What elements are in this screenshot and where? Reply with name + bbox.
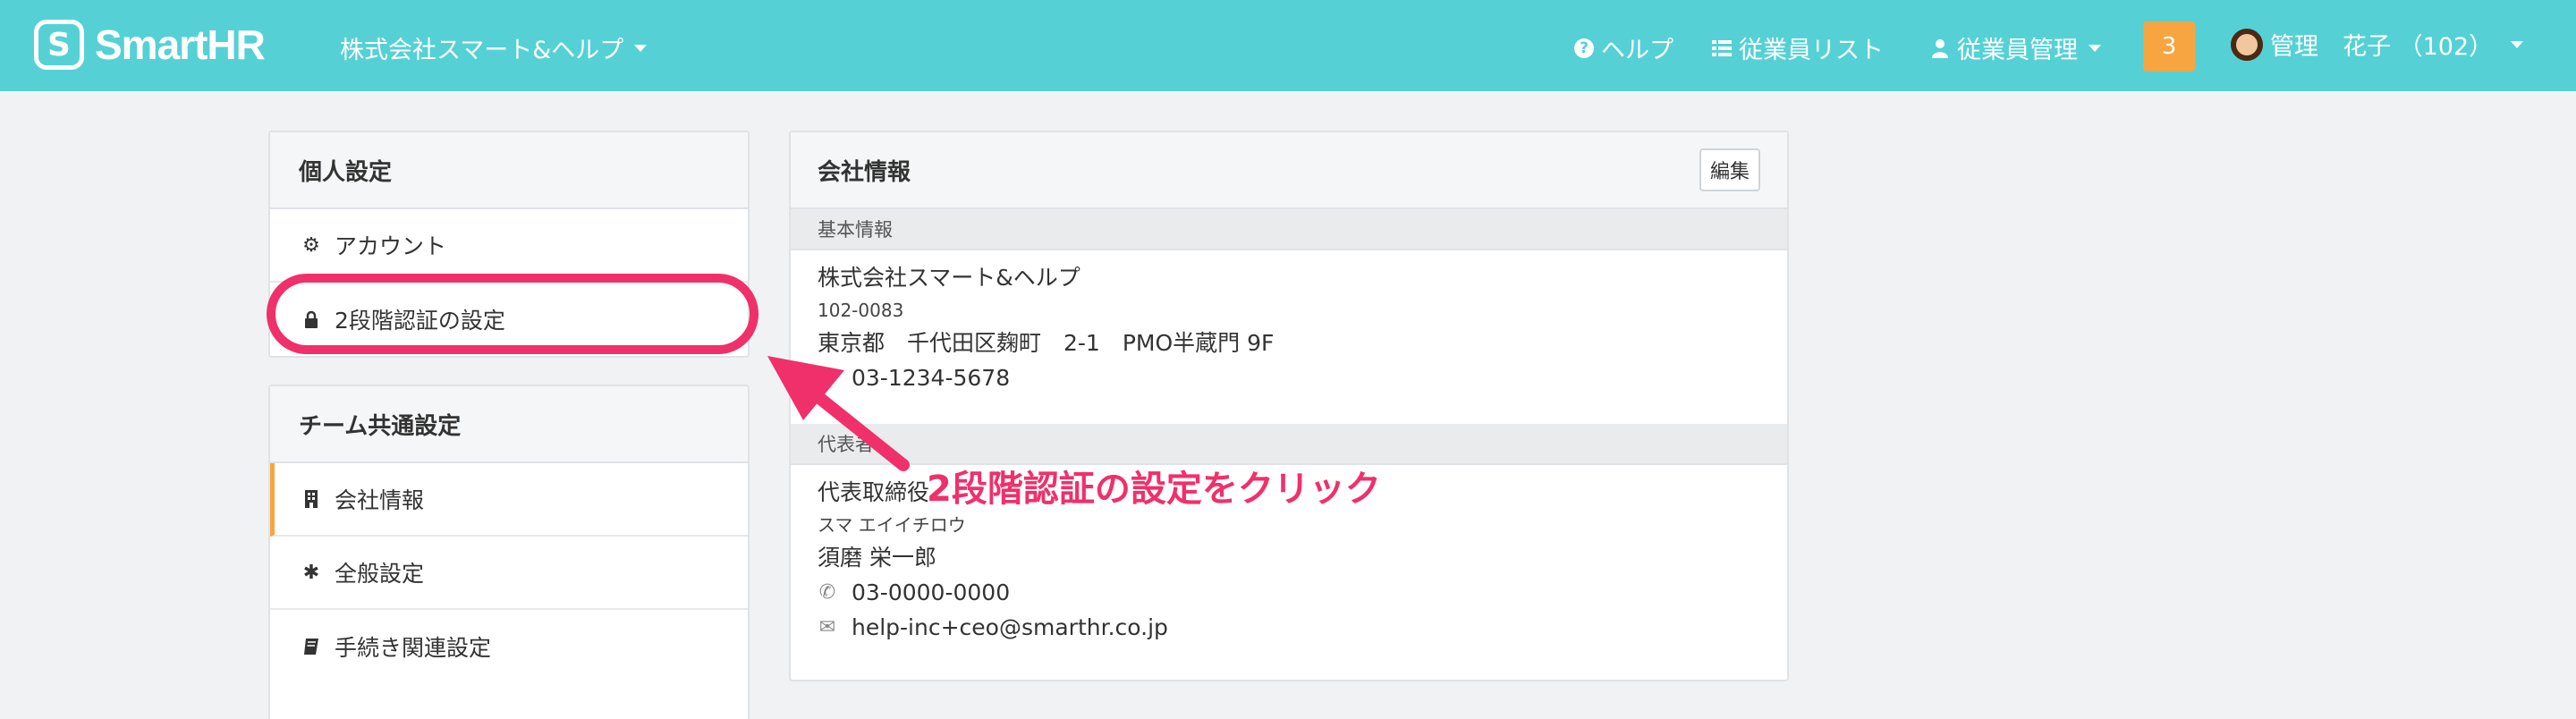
basic-info-section-header: 基本情報 [791,209,1787,250]
sidebar-item-company-info[interactable]: 会社情報 [270,463,748,537]
list-icon [1712,39,1732,56]
personal-settings-title: 個人設定 [270,132,748,209]
asterisk-icon: ✱ [302,561,320,584]
sidebar-item-two-factor[interactable]: 2段階認証の設定 [270,283,748,356]
company-info-panel: 会社情報 編集 基本情報 株式会社スマート&ヘルプ 102-0083 東京都 千… [789,131,1789,681]
rep-email: help-inc+ceo@smarthr.co.jp [852,614,1168,640]
company-phone: 03-1234-5678 [852,365,1011,391]
sidebar-item-label: 手続き関連設定 [335,635,492,661]
employee-admin-label: 従業員管理 [1957,37,2078,64]
rep-name: 須磨 栄一郎 [818,545,936,571]
employee-admin-menu[interactable]: 従業員管理 [1930,30,2101,65]
sidebar-item-label: アカウント [335,233,447,259]
top-navbar: S SmartHR 株式会社スマート&ヘルプ ? ヘルプ 従業員リスト 従業員管… [0,0,2576,91]
lock-icon [305,310,318,328]
building-icon [305,490,318,508]
chevron-down-icon [2089,44,2101,52]
rep-phone-row: ✆ 03-0000-0000 [818,581,1760,604]
phone-icon: ✆ [818,366,836,389]
phone-icon: ✆ [818,580,836,604]
brand-name: SmartHR [95,21,266,68]
book-icon [304,639,318,655]
smarthr-logo-icon: S [34,20,84,70]
address: 東京都 千代田区麹町 2-1 PMO半蔵門 9F [818,330,1275,356]
user-name: 管理 花子 （102） [2270,33,2494,61]
user-menu[interactable]: 管理 花子 （102） [2231,27,2524,62]
user-icon [1932,38,1948,58]
smarthr-logo[interactable]: S SmartHR [34,20,266,70]
employee-list-link[interactable]: 従業員リスト [1712,30,1884,65]
personal-settings-panel: 個人設定 ⚙ アカウント 2段階認証の設定 [268,131,750,358]
rep-phone: 03-0000-0000 [852,579,1011,605]
help-label: ヘルプ [1601,37,1674,64]
basic-info-body: 株式会社スマート&ヘルプ 102-0083 東京都 千代田区麹町 2-1 PMO… [791,250,1787,424]
sidebar-item-label: 2段階認証の設定 [335,308,505,334]
sidebar-item-account[interactable]: ⚙ アカウント [270,209,748,283]
company-info-header: 会社情報 編集 [791,132,1787,209]
company-name: 株式会社スマート&ヘルプ [818,265,1080,291]
employee-list-label: 従業員リスト [1739,37,1884,64]
edit-button[interactable]: 編集 [1699,148,1760,191]
avatar [2231,28,2263,61]
rep-kana: スマ エイイチロウ [818,514,966,536]
sidebar-item-label: 全般設定 [335,561,425,587]
company-phone-row: ✆ 03-1234-5678 [818,367,1760,389]
team-settings-panel: チーム共通設定 会社情報 ✱ 全般設定 手続き関連設定 [268,385,750,719]
chevron-down-icon [634,44,648,52]
team-settings-title: チーム共通設定 [270,386,748,463]
sidebar-item-general[interactable]: ✱ 全般設定 [270,537,748,610]
gear-icon: ⚙ [302,233,320,257]
company-info-title: 会社情報 [818,158,911,186]
chevron-down-icon [2511,40,2524,48]
question-circle-icon: ? [1574,38,1594,58]
envelope-icon: ✉ [818,615,836,639]
instruction-annotation: 2段階認証の設定をクリック [927,469,1381,510]
company-name: 株式会社スマート&ヘルプ [340,37,624,64]
postal-code: 102-0083 [818,300,904,321]
notification-badge[interactable]: 3 [2143,21,2195,72]
sidebar-item-procedures[interactable]: 手続き関連設定 [270,610,748,683]
help-link[interactable]: ? ヘルプ [1574,30,1674,65]
sidebar-item-label: 会社情報 [335,487,425,513]
rep-email-row: ✉ help-inc+ceo@smarthr.co.jp [818,616,1760,639]
company-switcher[interactable]: 株式会社スマート&ヘルプ [340,30,648,65]
